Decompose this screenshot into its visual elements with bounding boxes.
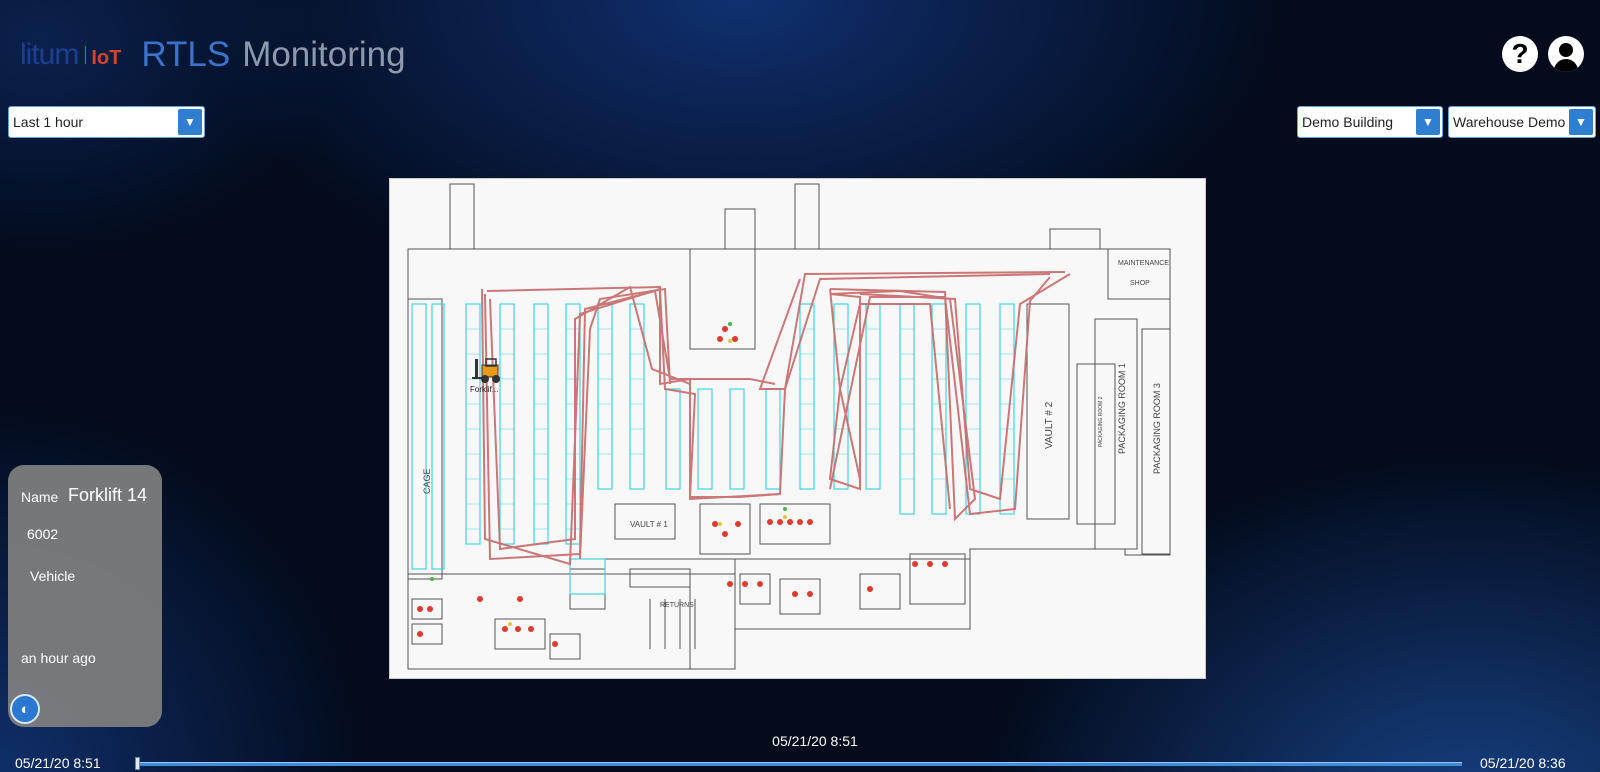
building-select[interactable]: Demo Building ▼ (1297, 106, 1443, 138)
asset-marker-forklift[interactable]: Forklif... (470, 357, 510, 397)
floor-plan-drawing: MAINTENANCE SHOP VAULT # 2 VAULT # 1 PAC… (407, 183, 1171, 670)
map-label-shop: SHOP (1130, 280, 1150, 287)
asset-marker-label: Forklif... (470, 385, 499, 394)
logo-suffix: IoT (91, 47, 122, 69)
asset-name-label: Name (21, 489, 59, 505)
question-icon: ? (1511, 38, 1529, 69)
map-label-maintenance: MAINTENANCE (1118, 260, 1169, 267)
chevron-down-icon[interactable]: ▼ (1569, 109, 1593, 135)
litum-iot-logo: litum IoT (20, 38, 121, 72)
timeline-slider-track[interactable] (136, 762, 1462, 766)
map-label-returns: RETURNS (660, 602, 694, 609)
map-label-packaging1: PACKAGING ROOM 1 (1117, 363, 1127, 454)
app-header: litum IoT RTLS Monitoring (20, 30, 406, 80)
timeline-current-time: 05/21/20 8:51 (772, 733, 858, 749)
time-range-select[interactable]: Last 1 hour ▼ (8, 106, 205, 138)
asset-type: Vehicle (30, 568, 76, 584)
map-label-cage: CAGE (422, 468, 432, 494)
logo-brand: litum (20, 38, 79, 71)
floor-value: Warehouse Demo (1453, 114, 1566, 130)
map-label-packaging3: PACKAGING ROOM 3 (1152, 383, 1162, 474)
building-value: Demo Building (1302, 114, 1394, 130)
help-button[interactable]: ? (1502, 36, 1538, 72)
time-range-value: Last 1 hour (13, 114, 84, 130)
user-profile-button[interactable] (1548, 36, 1584, 72)
floor-select[interactable]: Warehouse Demo ▼ (1448, 106, 1596, 138)
forklift-icon (472, 358, 500, 383)
map-label-packaging2: PACKAGING ROOM 2 (1098, 396, 1104, 447)
timeline-end-time: 05/21/20 8:36 (1480, 755, 1566, 771)
asset-type-icon[interactable]: ◐ (10, 694, 40, 724)
chevron-down-icon[interactable]: ▼ (1416, 109, 1440, 135)
timeline-slider-handle[interactable] (135, 757, 140, 770)
asset-tag-id: 6002 (27, 526, 59, 542)
map-label-vault1: VAULT # 1 (630, 520, 668, 529)
floor-plan-map[interactable]: MAINTENANCE SHOP VAULT # 2 VAULT # 1 PAC… (389, 178, 1206, 679)
chevron-down-icon[interactable]: ▼ (178, 109, 202, 135)
asset-name: Forklift 14 (68, 485, 148, 505)
asset-last-seen: an hour ago (21, 650, 96, 666)
app-title-primary: RTLS (141, 35, 231, 74)
timeline-start-time: 05/21/20 8:51 (15, 755, 101, 771)
app-title-secondary: Monitoring (242, 35, 406, 74)
asset-info-panel: Name Forklift 14 6002 Vehicle an hour ag… (8, 465, 162, 727)
logo-divider (85, 46, 87, 64)
map-label-vault2: VAULT # 2 (1044, 401, 1055, 449)
